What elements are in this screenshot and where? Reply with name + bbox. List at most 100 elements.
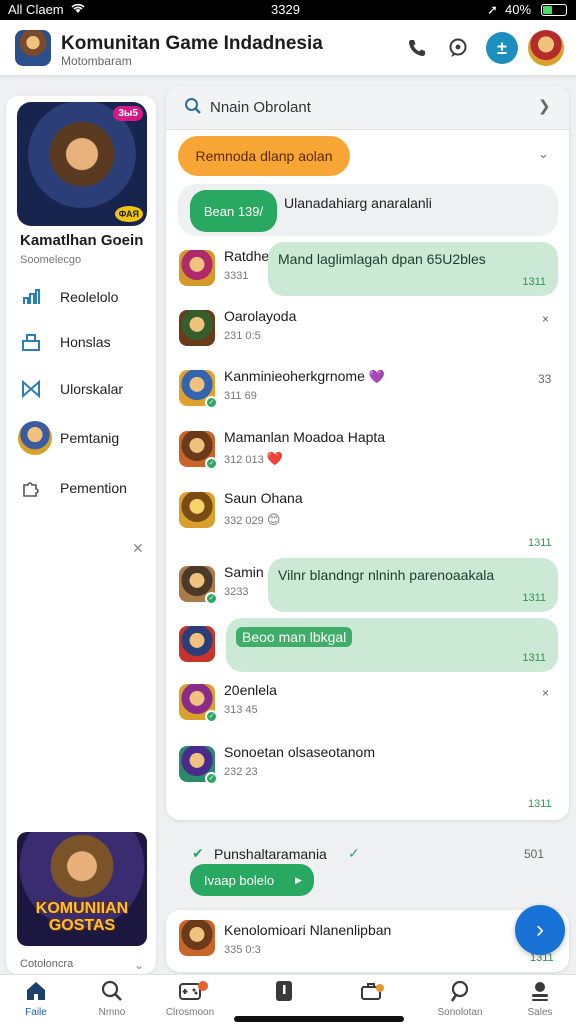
online-check-icon: ✓: [205, 592, 218, 605]
sidebar-item-label: Pemtanig: [60, 430, 120, 446]
add-button[interactable]: ±: [486, 32, 518, 64]
sidebar-item-pemtanig[interactable]: Pemtanig: [18, 421, 148, 455]
chat-meta-text: 332 029: [224, 515, 264, 527]
chat-meta: 313 45: [224, 704, 258, 716]
page-title: Komunitan Game Indadnesia: [61, 33, 323, 54]
nav-search[interactable]: Nmno: [76, 979, 148, 1023]
nav-label: Nmno: [98, 1007, 126, 1018]
chat-meta: 3233: [224, 586, 249, 598]
pinned-topic-pill[interactable]: Remnoda dlanp aolan: [178, 136, 350, 176]
avatar: ✓: [179, 370, 218, 409]
chat-row[interactable]: ✓ 20enlela 313 45 ×: [166, 674, 569, 732]
chat-row[interactable]: ✓ Sonoetan olsaseotanom 232 23: [166, 736, 569, 794]
location-icon: ➚: [487, 2, 498, 17]
search-icon: [184, 97, 202, 120]
status-bar: All Claem 3329 ➚ 40%: [0, 0, 576, 20]
chevron-right-icon[interactable]: ❯: [538, 97, 551, 115]
close-icon[interactable]: ×: [542, 686, 549, 700]
status-action-label: Ivaap bolelo: [204, 872, 275, 888]
nav-home[interactable]: Faile: [0, 979, 72, 1023]
promo-banner[interactable]: KOMUNIIAN GOSTAS: [17, 832, 147, 946]
status-card[interactable]: ✔ Punshaltaramania ✓ 501 Ivaap bolelo ▶: [178, 828, 556, 904]
online-check-icon: ✓: [205, 396, 218, 409]
status-card-count: 501: [524, 847, 545, 861]
search-bar[interactable]: Nnain Obrolant ❯: [166, 86, 569, 130]
chat-row[interactable]: Ratdhe 3331 Mand laglimlagah dpan 65U2bl…: [166, 240, 569, 298]
close-icon[interactable]: ×: [542, 312, 549, 326]
avatar: ✓: [179, 431, 218, 470]
chat-row[interactable]: ✓ Samin 3233 Vilnr blandngr nlninh paren…: [166, 556, 569, 614]
sidebar-item-reolelolo[interactable]: Reolelolo: [18, 282, 148, 312]
message-time: 1311: [522, 592, 546, 604]
nav-label: Faile: [25, 1007, 47, 1018]
chat-row[interactable]: Beoo man lbkgal 1311: [166, 616, 569, 674]
chat-meta: 312 013 ❤️: [224, 451, 283, 467]
message-bubble[interactable]: Mand laglimlagah dpan 65U2bles 1311: [268, 242, 558, 296]
bow-icon: [18, 376, 44, 402]
battery-fill: [543, 6, 552, 14]
avatar: [179, 492, 215, 528]
nav-label: Sonolotan: [437, 1007, 483, 1018]
chat-name: Samin: [224, 564, 264, 580]
chat-meta: 311 69: [224, 390, 257, 402]
promo-banner-text: KOMUNIIAN GOSTAS: [17, 900, 147, 934]
sidebar-item-label: Ulorskalar: [60, 381, 124, 397]
chat-row[interactable]: Kenolomioari Nlanenlipban 335 0:3 1311: [166, 910, 569, 972]
nav-discover[interactable]: Sonolotan: [424, 979, 496, 1023]
home-indicator: [234, 1016, 404, 1022]
chat-meta-text: 312 013: [224, 454, 264, 466]
sidebar-item-ulorskalar[interactable]: Ulorskalar: [18, 374, 148, 404]
profile-avatar[interactable]: [528, 30, 564, 66]
bookmark-icon: [248, 979, 320, 1005]
community-subtitle: Soomelecgo: [20, 254, 82, 266]
message-time: 1311: [522, 652, 546, 664]
online-check-icon: ✓: [205, 457, 218, 470]
sidebar-footer-label: Cotoloncra: [20, 958, 74, 970]
online-check-icon: ✓: [205, 710, 218, 723]
chat-meta: 3331: [224, 270, 249, 282]
chat-bubble-icon[interactable]: [442, 32, 474, 64]
message-text: Beoo man lbkgal: [236, 627, 353, 647]
chevron-down-icon[interactable]: ⌄: [538, 146, 549, 162]
sidebar-item-label: Honslas: [60, 334, 111, 350]
avatar: [18, 421, 52, 455]
next-button[interactable]: ›: [515, 905, 565, 955]
wifi-icon: [70, 2, 86, 17]
message-bubble[interactable]: Beoo man lbkgal 1311: [226, 618, 558, 672]
user-icon: [504, 979, 576, 1005]
avatar: ✓: [179, 684, 218, 723]
chat-name: Kenolomioari Nlanenlipban: [224, 922, 392, 938]
nav-games[interactable]: Clrosmoon: [154, 979, 226, 1023]
chevron-down-icon[interactable]: ⌄: [134, 958, 144, 972]
app-logo-icon: [15, 30, 51, 66]
chat-row[interactable]: Oarolayoda 231 0:5 ×: [166, 300, 569, 358]
search-input[interactable]: Nnain Obrolant: [210, 99, 311, 116]
status-action-button[interactable]: Ivaap bolelo ▶: [190, 864, 314, 896]
page-subtitle: Motombaram: [61, 54, 132, 68]
sidebar-item-honslas[interactable]: Honslas: [18, 327, 148, 357]
unread-count: 33: [538, 372, 552, 386]
sidebar-item-pemention[interactable]: Pemention: [18, 473, 148, 503]
battery-icon: [541, 4, 567, 16]
chat-meta: 231 0:5: [224, 330, 261, 342]
chat-name: Kanminieoherkgrnome 💜: [224, 368, 385, 385]
chat-meta: 332 029 😊: [224, 512, 280, 528]
avatar: [179, 250, 215, 286]
group-icon: [18, 329, 44, 355]
avatar: ✓: [179, 746, 218, 785]
phone-icon[interactable]: [401, 32, 433, 64]
check-icon: ✔: [192, 845, 204, 861]
close-icon[interactable]: ✕: [132, 540, 144, 557]
chat-row[interactable]: ✓ Mamanlan Moadoa Hapta 312 013 ❤️: [166, 421, 569, 479]
game-cover-image[interactable]: 3ы5 ФАЯ: [17, 102, 147, 226]
chat-name-text: Kanminieoherkgrnome: [224, 368, 365, 384]
avatar: [179, 310, 215, 346]
chevron-right-icon: ›: [536, 916, 544, 943]
message-tag[interactable]: Bean 139/: [190, 190, 277, 232]
nav-label: Sales: [527, 1007, 553, 1018]
chat-row[interactable]: Saun Ohana 332 029 😊: [166, 482, 569, 540]
battery-percent: 40%: [505, 2, 532, 17]
nav-profile[interactable]: Sales: [504, 979, 576, 1023]
message-bubble[interactable]: Vilnr blandngr nlninh parenoaakala 1311: [268, 558, 558, 612]
chat-row[interactable]: ✓ Kanminieoherkgrnome 💜 311 69 33: [166, 360, 569, 418]
